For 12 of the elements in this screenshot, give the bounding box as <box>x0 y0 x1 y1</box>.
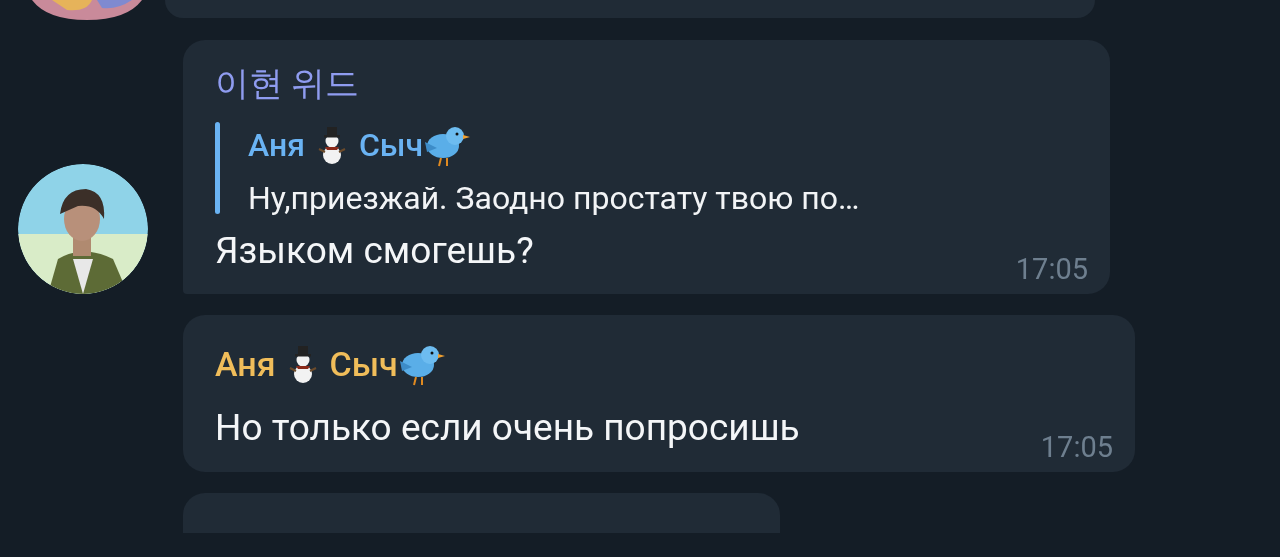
sender-name[interactable]: Сыч <box>358 129 424 161</box>
sender-name[interactable]: Аня <box>248 129 305 161</box>
sender-name[interactable]: 이현 위드 <box>215 66 360 100</box>
snowman-icon <box>316 125 347 165</box>
snowman-icon <box>287 344 318 385</box>
message-time: 17:05 <box>1040 432 1113 462</box>
sender-name[interactable]: Сыч <box>329 347 398 382</box>
message-text: Но только если очень попросишь <box>215 405 800 452</box>
reply-text[interactable]: Ну,приезжай. Заодно простату твою по… <box>248 182 860 214</box>
message-text: Языком смогешь? <box>215 228 534 274</box>
message-time: 17:05 <box>1015 255 1088 285</box>
sender-name[interactable]: Аня <box>215 347 276 382</box>
